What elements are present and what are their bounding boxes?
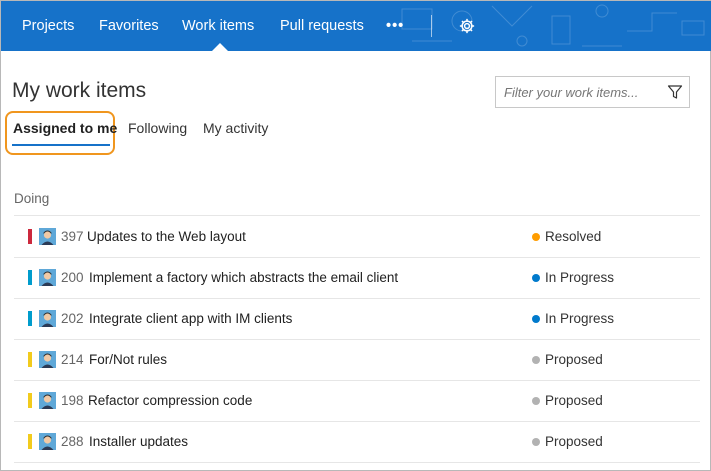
filter-box[interactable] [495, 76, 690, 108]
gear-icon[interactable] [458, 17, 476, 35]
state-dot [532, 315, 540, 323]
work-item-type-bar [28, 393, 32, 408]
work-item-title[interactable]: Implement a factory which abstracts the … [89, 257, 398, 298]
header-background-pattern [401, 4, 705, 47]
work-item-type-bar [28, 434, 32, 449]
work-item-title[interactable]: Installer updates [89, 421, 188, 462]
state-dot [532, 397, 540, 405]
work-item-row[interactable]: 397 Updates to the Web layout Resolved [14, 216, 700, 257]
work-item-state: In Progress [545, 270, 615, 285]
work-item-type-bar [28, 311, 32, 326]
group-header-doing[interactable]: Doing [14, 191, 49, 206]
selected-tab-underline [12, 144, 110, 146]
funnel-icon[interactable] [667, 84, 683, 100]
work-item-id: 397 [61, 229, 84, 244]
avatar [39, 310, 56, 327]
work-item-state: In Progress [545, 311, 615, 326]
page-title: My work items [12, 79, 147, 102]
work-item-id: 198 [61, 393, 84, 408]
avatar [39, 351, 56, 368]
work-item-id: 200 [61, 270, 84, 285]
active-nav-indicator [212, 43, 228, 51]
nav-divider [431, 15, 432, 37]
work-item-type-bar [28, 352, 32, 367]
row-separator [14, 462, 700, 463]
avatar [39, 269, 56, 286]
avatar [39, 392, 56, 409]
tab-following[interactable]: Following [128, 120, 187, 136]
work-item-type-bar [28, 270, 32, 285]
work-item-id: 288 [61, 434, 84, 449]
state-dot [532, 233, 540, 241]
work-item-type-bar [28, 229, 32, 244]
app-frame: Projects Favorites Work items Pull reque… [0, 0, 711, 471]
work-item-state: Proposed [545, 434, 603, 449]
work-item-title[interactable]: Integrate client app with IM clients [89, 298, 292, 339]
nav-pull-requests[interactable]: Pull requests [280, 1, 364, 51]
work-item-state: Proposed [545, 393, 603, 408]
work-item-row[interactable]: 200 Implement a factory which abstracts … [14, 257, 700, 298]
work-item-row[interactable]: 198 Refactor compression code Proposed [14, 380, 700, 421]
nav-projects[interactable]: Projects [22, 1, 74, 51]
avatar [39, 228, 56, 245]
state-dot [532, 274, 540, 282]
state-dot [532, 356, 540, 364]
filter-input[interactable] [504, 77, 654, 107]
nav-favorites[interactable]: Favorites [99, 1, 159, 51]
tab-assigned-to-me[interactable]: Assigned to me [13, 120, 117, 136]
work-item-title[interactable]: Updates to the Web layout [87, 216, 246, 257]
nav-more-button[interactable]: ••• [386, 1, 404, 51]
work-item-row[interactable]: 214 For/Not rules Proposed [14, 339, 700, 380]
work-item-title[interactable]: For/Not rules [89, 339, 167, 380]
work-item-id: 202 [61, 311, 84, 326]
work-item-title[interactable]: Refactor compression code [88, 380, 252, 421]
work-item-id: 214 [61, 352, 84, 367]
work-item-row[interactable]: 288 Installer updates Proposed [14, 421, 700, 462]
work-item-state: Proposed [545, 352, 603, 367]
top-navigation-bar: Projects Favorites Work items Pull reque… [1, 1, 711, 51]
avatar [39, 433, 56, 450]
tab-my-activity[interactable]: My activity [203, 120, 268, 136]
work-item-state: Resolved [545, 229, 602, 244]
work-item-row[interactable]: 202 Integrate client app with IM clients… [14, 298, 700, 339]
state-dot [532, 438, 540, 446]
